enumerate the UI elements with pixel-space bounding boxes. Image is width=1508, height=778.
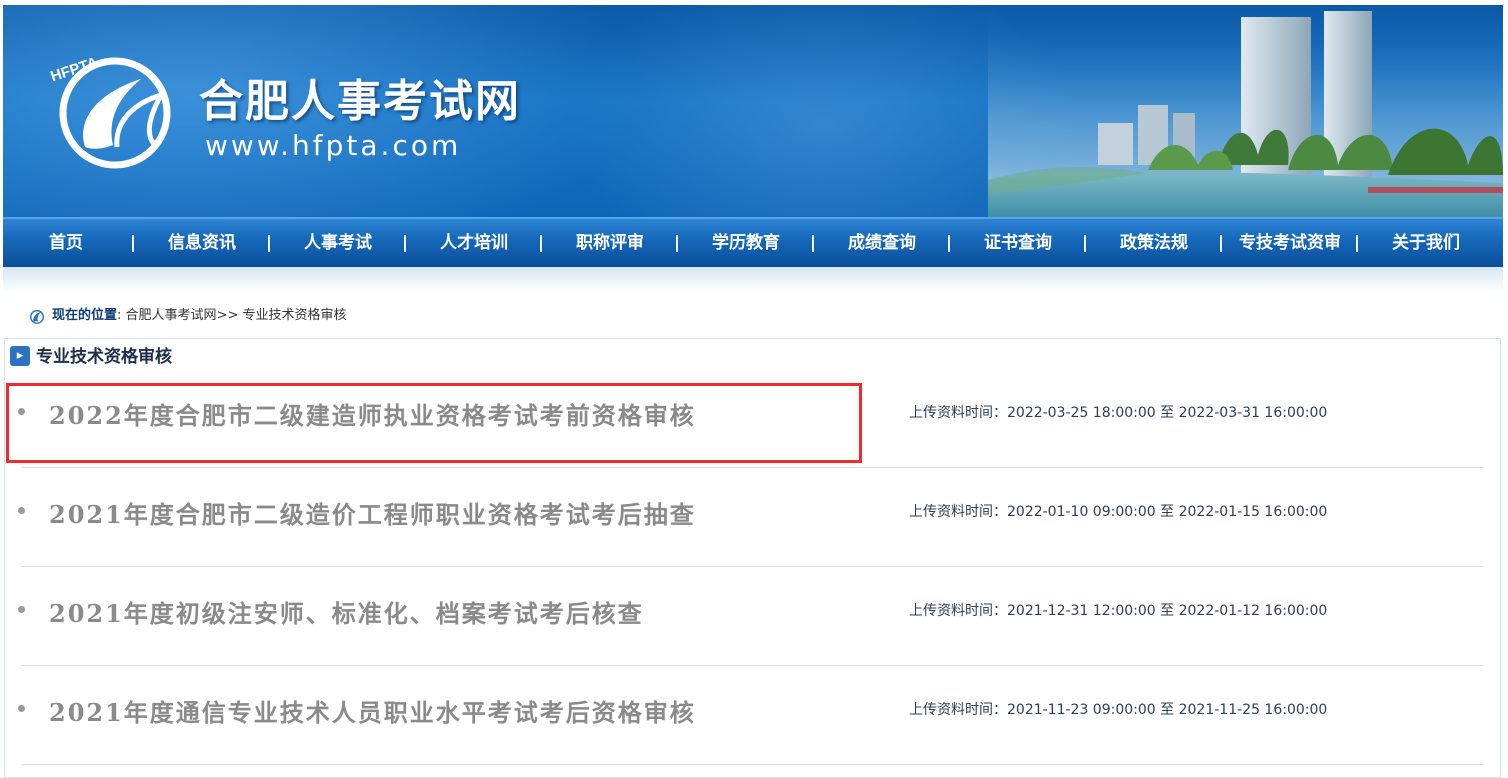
arrow-right-icon: ▸ (10, 345, 30, 366)
bullet-icon (18, 606, 25, 613)
list-item: 2021年度合肥市二级造价工程师职业资格考试考后抽查 上传资料时间：2022-0… (18, 467, 1483, 567)
time-label: 上传资料时间： (909, 702, 1007, 718)
site-header-banner: HFPTA 合肥人事考试网 www.hfpta.com (3, 5, 1503, 217)
nav-item-policy[interactable]: 政策法规 (1120, 219, 1188, 267)
breadcrumb: 现在的位置: 合肥人事考试网>> 专业技术资格审核 (28, 304, 347, 328)
nav-item-talent-training[interactable]: 人才培训 (440, 219, 508, 267)
list-item-title-link[interactable]: 2021年度通信专业技术人员职业水平考试考后资格审核 (49, 693, 696, 728)
time-to: 至 (1160, 702, 1175, 718)
nav-item-score-query[interactable]: 成绩查询 (848, 219, 916, 267)
bullet-icon (18, 507, 25, 514)
nav-item-education[interactable]: 学历教育 (712, 219, 780, 267)
nav-separator: | (265, 233, 273, 253)
nav-separator: | (1081, 233, 1089, 253)
nav-item-news[interactable]: 信息资讯 (168, 219, 236, 267)
nav-item-personnel-exam[interactable]: 人事考试 (304, 219, 372, 267)
highlight-box (6, 383, 862, 463)
nav-separator: | (129, 233, 137, 253)
list-item-time: 上传资料时间：2022-01-10 09:00:00 至 2022-01-15 … (909, 501, 1327, 521)
site-title: 合肥人事考试网 (199, 76, 521, 127)
time-end: 2022-01-12 16:00:00 (1178, 603, 1328, 619)
time-start: 2022-03-25 18:00:00 (1007, 405, 1156, 421)
time-to: 至 (1160, 603, 1175, 619)
nav-item-certificate-query[interactable]: 证书查询 (984, 219, 1052, 267)
time-start: 2021-11-23 09:00:00 (1007, 702, 1156, 718)
bullet-icon (18, 705, 25, 712)
time-to: 至 (1160, 504, 1175, 520)
nav-separator: | (401, 233, 409, 253)
time-label: 上传资料时间： (909, 603, 1007, 619)
city-skyline-image (988, 5, 1503, 217)
breadcrumb-home-link[interactable]: 合肥人事考试网 (126, 308, 217, 323)
breadcrumb-colon: : (117, 308, 122, 323)
time-end: 2022-03-31 16:00:00 (1178, 405, 1328, 421)
nav-item-qualification-review[interactable]: 专技考试资审 (1239, 219, 1341, 267)
time-to: 至 (1160, 405, 1175, 421)
main-nav: 首页 | 信息资讯 | 人事考试 | 人才培训 | 职称评审 | 学历教育 | … (3, 217, 1503, 267)
section-title-text: 专业技术资格审核 (36, 347, 172, 367)
time-end: 2022-01-15 16:00:00 (1178, 504, 1328, 520)
list-item-time: 上传资料时间：2022-03-25 18:00:00 至 2022-03-31 … (909, 402, 1327, 422)
list-item-time: 上传资料时间：2021-12-31 12:00:00 至 2022-01-12 … (909, 600, 1327, 620)
breadcrumb-current: 专业技术资格审核 (242, 308, 347, 323)
section-title: ▸ 专业技术资格审核 (10, 345, 172, 369)
nav-separator: | (945, 233, 953, 253)
list-item-title-link[interactable]: 2021年度合肥市二级造价工程师职业资格考试考后抽查 (49, 495, 696, 530)
breadcrumb-label: 现在的位置 (52, 308, 118, 323)
time-start: 2021-12-31 12:00:00 (1007, 603, 1156, 619)
nav-separator: | (673, 233, 681, 253)
site-url: www.hfpta.com (205, 129, 462, 162)
nav-item-about[interactable]: 关于我们 (1392, 219, 1460, 267)
breadcrumb-arrow: >> (216, 308, 239, 323)
list-item-title-link[interactable]: 2021年度初级注安师、标准化、档案考试考后核查 (49, 594, 644, 629)
nav-shadow (3, 267, 1503, 293)
nav-item-home[interactable]: 首页 (49, 219, 83, 267)
nav-separator: | (809, 233, 817, 253)
list-item: 2021年度初级注安师、标准化、档案考试考后核查 上传资料时间：2021-12-… (18, 566, 1483, 666)
time-end: 2021-11-25 16:00:00 (1178, 702, 1328, 718)
time-label: 上传资料时间： (909, 504, 1007, 520)
location-logo-icon (29, 309, 45, 324)
nav-item-title-review[interactable]: 职称评审 (576, 219, 644, 267)
list-item: 2021年度通信专业技术人员职业水平考试考后资格审核 上传资料时间：2021-1… (18, 665, 1483, 765)
nav-separator: | (1353, 233, 1361, 253)
nav-separator: | (1217, 233, 1225, 253)
nav-separator: | (537, 233, 545, 253)
time-start: 2022-01-10 09:00:00 (1007, 504, 1156, 520)
hfpta-logo-icon: HFPTA (48, 54, 171, 169)
time-label: 上传资料时间： (909, 405, 1007, 421)
list-item-time: 上传资料时间：2021-11-23 09:00:00 至 2021-11-25 … (909, 699, 1327, 719)
